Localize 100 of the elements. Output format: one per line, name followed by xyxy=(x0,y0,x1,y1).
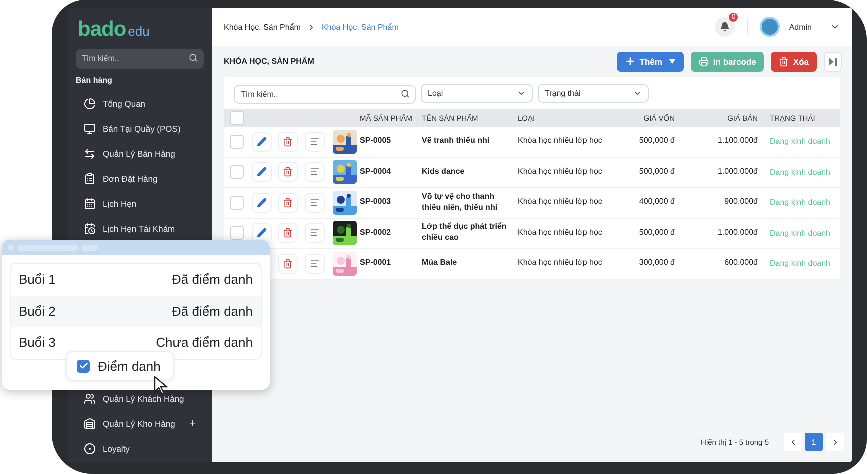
sidebar-item[interactable]: Loyalty xyxy=(76,436,204,461)
details-button[interactable] xyxy=(305,254,325,274)
filter-dropdown[interactable]: Loại xyxy=(421,84,533,103)
trash-icon xyxy=(282,167,292,178)
plus-icon xyxy=(624,56,636,67)
sidebar-item[interactable]: Quản Lý Bán Hàng xyxy=(76,141,204,166)
page-title: KHÓA HỌC, SẢN PHẨM xyxy=(224,57,314,66)
lines-icon xyxy=(310,258,320,269)
attendance-status: Chưa điểm danh xyxy=(156,335,253,350)
product-name: Lớp thể dục phát triển chiều cao xyxy=(422,222,508,244)
skip-icon xyxy=(829,58,837,66)
product-code: SP-0003 xyxy=(360,197,392,208)
cost-price: 500,000 đ xyxy=(638,166,675,178)
edit-button[interactable] xyxy=(252,223,272,244)
sidebar-item[interactable]: Lịch Hẹn Tái Khám xyxy=(76,216,204,241)
breadcrumb-link[interactable]: Khóa Học, Sản Phẩm xyxy=(224,22,301,32)
trash-icon xyxy=(282,258,292,269)
lines-icon xyxy=(310,136,320,147)
chevron-down-icon xyxy=(517,89,526,98)
edit-button[interactable] xyxy=(252,132,272,152)
row-checkbox[interactable] xyxy=(230,134,244,149)
menu-icon xyxy=(84,392,96,404)
sidebar-item[interactable]: Quản Lý Kho Hàng + xyxy=(76,411,204,436)
select-all-checkbox[interactable] xyxy=(230,111,244,125)
product-name: Võ tự vệ cho thanh thiếu niên, thiếu nhi xyxy=(422,192,499,214)
details-button[interactable] xyxy=(305,132,325,152)
edit-button[interactable] xyxy=(252,192,272,213)
product-name: Múa Bale xyxy=(422,258,458,270)
menu-icon xyxy=(84,418,96,430)
printer-icon xyxy=(699,56,710,66)
search-icon xyxy=(401,89,410,98)
status-label: Đang kinh doanh xyxy=(769,168,832,177)
sidebar-item[interactable]: Lịch Hẹn xyxy=(76,191,204,216)
trash-icon xyxy=(282,136,292,147)
sale-price: 900.000đ xyxy=(724,197,758,208)
trash-icon xyxy=(282,228,292,238)
breadcrumb-link[interactable]: Khóa Học, Sản Phẩm xyxy=(322,22,399,32)
delete-button[interactable] xyxy=(278,223,298,244)
search-icon xyxy=(189,54,198,62)
delete-button[interactable] xyxy=(278,162,298,182)
user-name[interactable]: Admin xyxy=(789,22,812,32)
status-label: Đang kinh doanh xyxy=(769,198,832,208)
row-checkbox[interactable] xyxy=(230,196,244,210)
trash-icon xyxy=(779,56,790,66)
avatar[interactable] xyxy=(760,17,780,37)
search-field[interactable]: Tìm kiếm.. xyxy=(234,85,416,104)
delete-button[interactable]: Xóa xyxy=(771,52,817,72)
skip-button[interactable] xyxy=(824,52,842,72)
product-type: Khóa học nhiều lớp học xyxy=(518,258,604,270)
lines-icon xyxy=(310,167,320,178)
details-button[interactable] xyxy=(305,162,325,182)
status-label: Đang kinh doanh xyxy=(769,137,832,146)
cost-price: 400,000 đ xyxy=(638,197,675,208)
menu-icon xyxy=(84,172,96,184)
cost-price: 300,000 đ xyxy=(638,258,675,270)
attendance-status: Đã điểm danh xyxy=(172,272,253,288)
menu-icon xyxy=(84,98,96,110)
sidebar-item[interactable]: Tổng Quan xyxy=(76,91,204,116)
menu-icon xyxy=(84,122,96,134)
sidebar-item[interactable]: Bán Tại Quầy (POS) xyxy=(76,116,204,141)
edit-button[interactable] xyxy=(252,162,272,182)
product-type: Khóa học nhiều lớp học xyxy=(518,228,604,239)
page-button[interactable]: 1 xyxy=(805,433,823,451)
menu-icon xyxy=(84,198,96,210)
status-label: Đang kinh doanh xyxy=(769,259,832,268)
pencil-icon xyxy=(257,136,267,147)
chevron-down-icon xyxy=(633,89,642,98)
sale-price: 1.100.000đ xyxy=(716,136,758,148)
menu-icon xyxy=(84,442,96,454)
caret-icon xyxy=(669,59,676,64)
session-name: Buổi 2 xyxy=(19,304,56,319)
delete-button[interactable] xyxy=(278,254,298,274)
menu-icon xyxy=(84,222,96,234)
details-button[interactable] xyxy=(305,192,325,213)
sidebar-item[interactable]: Đơn Đặt Hàng xyxy=(76,166,204,191)
sale-price: 600.000đ xyxy=(724,258,758,270)
section-heading: Bán hàng xyxy=(76,76,114,85)
details-button[interactable] xyxy=(305,223,325,244)
attendance-status: Đã điểm danh xyxy=(172,304,253,319)
attendance-button[interactable]: Điểm danh xyxy=(66,351,174,381)
product-code: SP-0004 xyxy=(360,166,392,178)
checkbox[interactable] xyxy=(77,360,90,372)
pencil-icon xyxy=(257,167,267,178)
bell-icon xyxy=(720,22,730,32)
row-checkbox[interactable] xyxy=(230,226,244,240)
delete-button[interactable] xyxy=(278,132,298,152)
session-name: Buổi 1 xyxy=(19,272,56,288)
row-checkbox[interactable] xyxy=(230,165,244,180)
add-button[interactable]: Thêm xyxy=(616,52,684,72)
expand-icon: + xyxy=(190,418,196,430)
search-field[interactable]: Tìm kiếm.. xyxy=(76,48,204,68)
product-code: SP-0001 xyxy=(360,258,392,270)
sidebar-item[interactable]: Quản Lý Khách Hàng xyxy=(76,386,204,411)
filter-dropdown[interactable]: Trạng thái xyxy=(538,84,649,103)
lines-icon xyxy=(310,228,320,238)
trash-icon xyxy=(282,198,292,208)
delete-button[interactable] xyxy=(278,192,298,213)
product-name: Kids dance xyxy=(422,166,466,178)
product-code: SP-0002 xyxy=(360,228,392,239)
session-name: Buổi 3 xyxy=(19,335,56,350)
